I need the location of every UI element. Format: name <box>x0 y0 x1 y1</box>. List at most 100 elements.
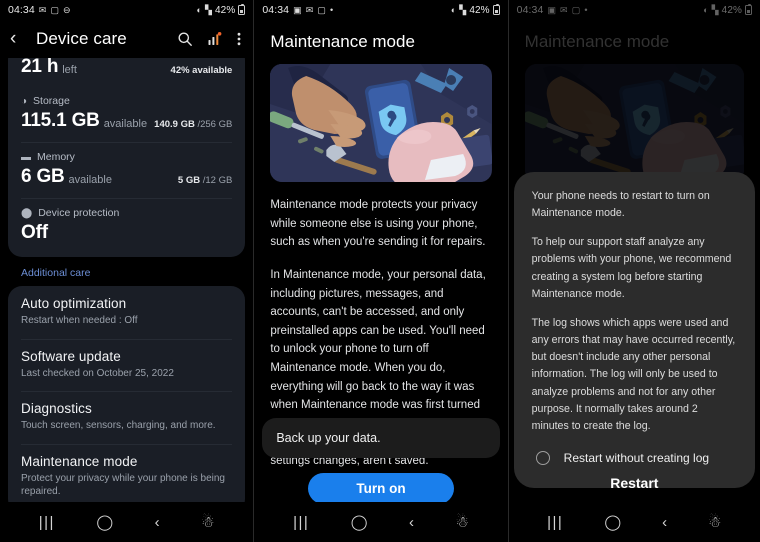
dialog-body: Your phone needs to restart to turn on M… <box>532 188 737 435</box>
additional-care-card: Auto optimization Restart when needed : … <box>8 286 246 513</box>
list-item-subtitle: Protect your privacy while your phone is… <box>21 472 225 498</box>
list-item-subtitle: Last checked on October 25, 2022 <box>21 367 174 379</box>
status-bar-right: ◐ ▚ 42% <box>196 4 246 16</box>
instagram-icon: ▢ <box>50 4 60 15</box>
messages-icon: ✉ <box>305 4 314 15</box>
signal-icon: ▚ <box>459 4 467 15</box>
memory-value: 6 GB <box>21 166 65 187</box>
backup-notice-text: Back up your data. <box>276 431 381 445</box>
search-icon[interactable] <box>177 31 193 47</box>
system-nav-bar: ||| ◯ ‹ ☃ <box>508 502 760 542</box>
home-button[interactable]: ◯ <box>604 515 621 530</box>
system-nav-bar: ||| ◯ ‹ ☃ <box>254 502 508 542</box>
home-button[interactable]: ◯ <box>351 515 368 530</box>
instagram-icon: ▢ <box>317 4 326 15</box>
restart-confirmation-dialog: Your phone needs to restart to turn on M… <box>513 172 755 491</box>
recents-button[interactable]: ||| <box>293 515 309 530</box>
battery-icon <box>238 4 246 15</box>
more-vertical-icon[interactable] <box>237 31 241 47</box>
memory-row[interactable]: ▬ Memory 6 GB available 5 GB /12 GB <box>8 142 245 198</box>
memory-label: Memory <box>37 151 75 163</box>
storage-unit: available <box>103 118 148 130</box>
battery-available: 42% available <box>170 65 233 76</box>
memory-usage-text: 5 GB /12 GB <box>178 175 232 186</box>
back-nav-button[interactable]: ‹ <box>409 515 414 530</box>
description-paragraph-1: Maintenance mode protects your privacy w… <box>270 199 486 249</box>
storage-icon: ◑ <box>21 95 28 107</box>
memory-icon: ▬ <box>21 151 31 163</box>
recents-button[interactable]: ||| <box>547 515 563 530</box>
page-title: Device care <box>36 29 127 48</box>
chart-icon[interactable] <box>207 31 223 47</box>
status-bar: 04:34 ✉ ▢ ⊖ ◐ ▚ 42% <box>0 0 253 20</box>
storage-usage-text: 140.9 GB /256 GB <box>154 119 232 130</box>
status-bar-clock: 04:34 <box>8 4 35 16</box>
memory-unit: available <box>68 174 112 186</box>
list-item-software-update[interactable]: Software update Last checked on October … <box>8 338 245 392</box>
accessibility-icon[interactable]: ☃ <box>708 515 721 530</box>
list-item-subtitle: Touch screen, sensors, charging, and mor… <box>21 420 216 431</box>
list-item-auto-optimization[interactable]: Auto optimization Restart when needed : … <box>8 286 245 339</box>
dnd-icon: ⊖ <box>63 4 71 15</box>
section-title-additional-care: Additional care <box>21 267 91 279</box>
storage-row[interactable]: ◑ Storage 115.1 GB available 140.9 GB /2… <box>8 86 245 142</box>
storage-label: Storage <box>33 95 70 107</box>
home-button[interactable]: ◯ <box>96 515 113 530</box>
dialog-paragraph-2: To help our support staff analyze any pr… <box>531 236 732 300</box>
device-care-scroll-area[interactable]: 21 h left 42% available ◑ Storage 115.1 … <box>0 58 254 542</box>
battery-time-left: 21 h <box>21 58 59 77</box>
status-bar: 04:34 ▣ ✉ ▢ • ◐ ▚ 42% <box>254 0 507 20</box>
list-item-subtitle: Restart when needed : Off <box>21 315 138 326</box>
list-item-diagnostics[interactable]: Diagnostics Touch screen, sensors, charg… <box>8 391 245 444</box>
memory-total: /12 GB <box>202 175 233 186</box>
back-button[interactable]: ‹ <box>10 28 32 50</box>
radio-button-icon[interactable] <box>535 451 550 466</box>
repair-hands-phone-illustration <box>270 64 492 182</box>
wifi-icon: ◐ <box>196 4 202 15</box>
storage-total: /256 GB <box>197 119 233 130</box>
battery-time-unit: left <box>62 64 77 76</box>
recents-button[interactable]: ||| <box>39 515 55 530</box>
status-bar-right: ◐ ▚ 42% <box>450 4 500 16</box>
list-item-title: Auto optimization <box>21 296 127 311</box>
device-protection-row[interactable]: ⬤ Device protection Off <box>8 198 245 257</box>
device-protection-value: Off <box>21 222 48 243</box>
accessibility-icon[interactable]: ☃ <box>455 515 468 530</box>
memory-used: 5 GB <box>177 175 201 186</box>
turn-on-button[interactable]: Turn on <box>307 473 454 504</box>
status-bar-left: 04:34 ▣ ✉ ▢ • <box>262 4 333 16</box>
back-nav-button[interactable]: ‹ <box>662 515 667 530</box>
status-card: 21 h left 42% available ◑ Storage 115.1 … <box>8 58 246 257</box>
status-bar-clock: 04:34 <box>262 4 290 16</box>
shield-icon: ⬤ <box>21 207 33 219</box>
phone-screen-maintenance-mode-intro: 04:34 ▣ ✉ ▢ • ◐ ▚ 42% Maintenance mode M… <box>254 0 508 542</box>
three-phone-screenshots: 04:34 ✉ ▢ ⊖ ◐ ▚ 42% ‹ Device care 21 h l… <box>0 0 760 542</box>
storage-used: 140.9 GB <box>154 119 195 130</box>
battery-row[interactable]: 21 h left 42% available <box>8 58 245 86</box>
phone-screen-device-care: 04:34 ✉ ▢ ⊖ ◐ ▚ 42% ‹ Device care 21 h l… <box>0 0 254 542</box>
device-protection-label: Device protection <box>38 207 120 219</box>
backup-notice-card[interactable]: Back up your data. <box>262 418 500 458</box>
battery-percent: 42% <box>469 4 490 16</box>
list-item-title: Software update <box>21 348 121 364</box>
wifi-icon: ◐ <box>450 4 457 15</box>
gallery-icon: ▣ <box>293 4 302 15</box>
restart-without-log-option[interactable]: Restart without creating log <box>532 451 737 466</box>
storage-value: 115.1 GB <box>21 110 100 131</box>
battery-icon <box>492 4 500 15</box>
messages-icon: ✉ <box>38 4 47 15</box>
dialog-paragraph-3: The log shows which apps were used and a… <box>531 316 736 432</box>
list-item-title: Diagnostics <box>21 401 92 416</box>
battery-percent: 42% <box>215 4 236 16</box>
restart-button[interactable]: Restart <box>592 465 676 505</box>
radio-option-label: Restart without creating log <box>563 451 710 466</box>
page-title: Maintenance mode <box>270 32 415 51</box>
back-nav-button[interactable]: ‹ <box>155 515 160 530</box>
accessibility-icon[interactable]: ☃ <box>201 515 214 530</box>
status-bar-left: 04:34 ✉ ▢ ⊖ <box>8 4 71 16</box>
list-item-title: Maintenance mode <box>21 453 138 469</box>
app-bar: ‹ Device care <box>0 20 254 58</box>
signal-icon: ▚ <box>204 4 212 15</box>
dialog-paragraph-1: Your phone needs to restart to turn on M… <box>531 190 710 220</box>
dot-icon: • <box>329 4 334 15</box>
